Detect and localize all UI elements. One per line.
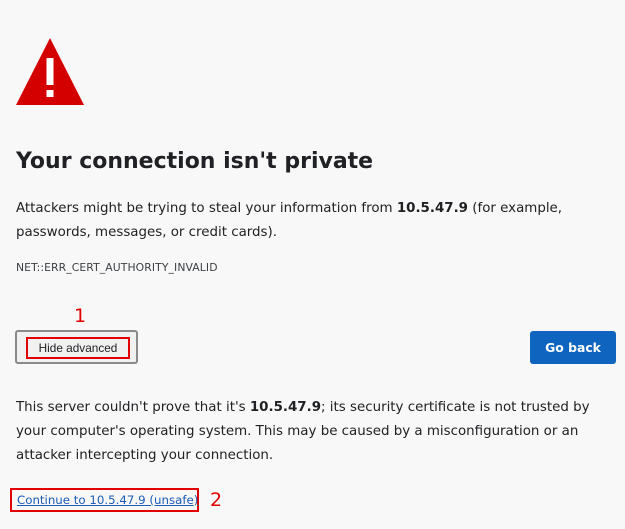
description-prefix: Attackers might be trying to steal your …	[16, 201, 397, 216]
details-host: 10.5.47.9	[249, 400, 322, 415]
description-host: 10.5.47.9	[396, 201, 468, 216]
continue-unsafe-link[interactable]: Continue to 10.5.47.9 (unsafe)	[17, 491, 198, 509]
interstitial-page: Your connection isn't private Attackers …	[0, 0, 625, 529]
page-title: Your connection isn't private	[16, 149, 374, 174]
hide-advanced-button[interactable]: Hide advanced	[15, 330, 138, 364]
warning-triangle-icon	[16, 38, 84, 105]
warning-description: Attackers might be trying to steal your …	[16, 197, 606, 245]
annotation-marker-1: 1	[74, 305, 87, 327]
details-prefix: This server couldn't prove that it's	[16, 400, 250, 415]
continue-link-highlight: Continue to 10.5.47.9 (unsafe)	[10, 488, 199, 512]
advanced-details: This server couldn't prove that it's 10.…	[16, 396, 616, 468]
hide-advanced-label: Hide advanced	[26, 337, 130, 359]
go-back-button[interactable]: Go back	[530, 331, 616, 364]
annotation-marker-2: 2	[210, 489, 223, 511]
error-code: NET::ERR_CERT_AUTHORITY_INVALID	[16, 261, 218, 274]
